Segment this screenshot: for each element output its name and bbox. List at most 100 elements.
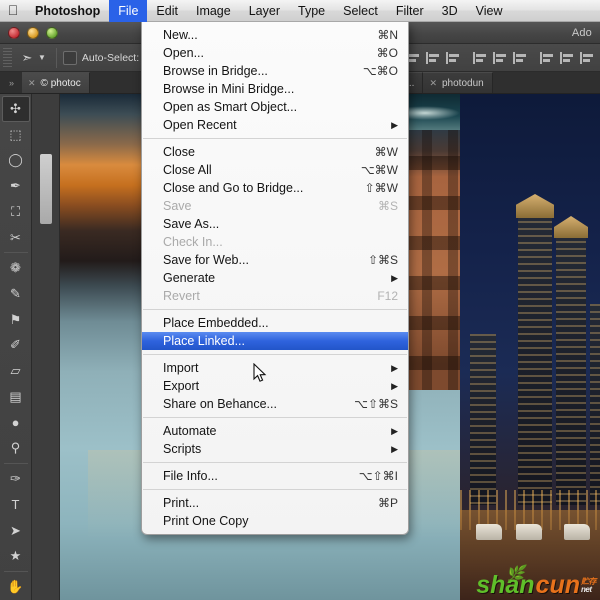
boat bbox=[564, 524, 590, 540]
menu-item-shortcut: F12 bbox=[377, 289, 398, 303]
apple-logo-icon[interactable]:  bbox=[0, 3, 26, 19]
hand-tool-icon[interactable]: ✋ bbox=[2, 574, 30, 600]
menu-separator bbox=[143, 138, 407, 139]
quick-selection-tool-icon[interactable]: ✒ bbox=[2, 173, 30, 199]
menu-item-scripts[interactable]: Scripts ▶ bbox=[142, 440, 408, 458]
horizontal-type-tool-icon[interactable]: T bbox=[2, 492, 30, 518]
distribute-center-icon[interactable] bbox=[558, 49, 576, 67]
menu-item-shortcut: ⌘O bbox=[376, 46, 398, 60]
distribute-top-icon[interactable] bbox=[538, 49, 556, 67]
crop-tool-icon[interactable]: ⛶ bbox=[2, 199, 30, 225]
menu-item-label: Generate bbox=[163, 271, 216, 285]
menu-item-shortcut: ⌘P bbox=[377, 496, 398, 510]
close-button[interactable] bbox=[8, 26, 20, 39]
menu-item-new[interactable]: New... ⌘N bbox=[142, 26, 408, 44]
menu-item-file-info[interactable]: File Info... ⌥⇧⌘I bbox=[142, 467, 408, 485]
macmenu-item-select[interactable]: Select bbox=[334, 0, 387, 22]
auto-select-checkbox[interactable] bbox=[62, 50, 77, 65]
menu-item-export[interactable]: Export ▶ bbox=[142, 377, 408, 395]
menu-separator bbox=[143, 462, 407, 463]
menu-item-place-linked[interactable]: Place Linked... bbox=[142, 332, 408, 350]
menu-item-close-all[interactable]: Close All ⌥⌘W bbox=[142, 161, 408, 179]
boat bbox=[476, 524, 502, 540]
gradient-tool-icon[interactable]: ▤ bbox=[2, 384, 30, 410]
menu-item-shortcut: ⇧⌘W bbox=[364, 181, 398, 195]
macmenu-item-image[interactable]: Image bbox=[187, 0, 240, 22]
macmenu-item-filter[interactable]: Filter bbox=[387, 0, 433, 22]
menu-item-open-as-smart-object[interactable]: Open as Smart Object... bbox=[142, 98, 408, 116]
brush-tool-icon[interactable]: ✎ bbox=[2, 281, 30, 307]
zoom-button[interactable] bbox=[46, 26, 58, 39]
move-tool-icon[interactable]: ✣ bbox=[1, 96, 30, 122]
divider bbox=[55, 47, 57, 68]
tools-palette: ✣ ⬚ ◯ ✒ ⛶ ✂ ❁ ✎ ⚑ ✐ ▱ ▤ ● ⚲ ✑ T ➤ ★ ✋ bbox=[0, 94, 32, 600]
clone-stamp-tool-icon[interactable]: ⚑ bbox=[2, 307, 30, 333]
document-tab[interactable]: ✕ photodun bbox=[423, 72, 493, 93]
menu-item-share-on-behance[interactable]: Share on Behance... ⌥⇧⌘S bbox=[142, 395, 408, 413]
custom-shape-tool-icon[interactable]: ★ bbox=[2, 543, 30, 569]
menu-item-automate[interactable]: Automate ▶ bbox=[142, 422, 408, 440]
menu-item-shortcut: ⌘S bbox=[377, 199, 398, 213]
menu-item-close-and-go-to-bridge[interactable]: Close and Go to Bridge... ⇧⌘W bbox=[142, 179, 408, 197]
menu-item-label: Save As... bbox=[163, 217, 220, 231]
distribute-bottom-icon[interactable] bbox=[578, 49, 596, 67]
path-selection-tool-icon[interactable]: ➤ bbox=[2, 518, 30, 544]
menu-item-open-recent[interactable]: Open Recent ▶ bbox=[142, 116, 408, 134]
menu-item-import[interactable]: Import ▶ bbox=[142, 359, 408, 377]
macmenu-item-edit[interactable]: Edit bbox=[147, 0, 187, 22]
macos-menu-bar:  PhotoshopFileEditImageLayerTypeSelectF… bbox=[0, 0, 600, 22]
menu-item-label: Scripts bbox=[163, 442, 202, 456]
menu-item-save-for-web[interactable]: Save for Web... ⇧⌘S bbox=[142, 251, 408, 269]
align-vertical-centers-icon[interactable] bbox=[491, 49, 509, 67]
menu-item-browse-in-bridge[interactable]: Browse in Bridge... ⌥⌘O bbox=[142, 62, 408, 80]
macmenu-item-file[interactable]: File bbox=[109, 0, 148, 22]
macmenu-item-photoshop[interactable]: Photoshop bbox=[26, 0, 109, 22]
spot-healing-brush-tool-icon[interactable]: ❁ bbox=[2, 255, 30, 281]
eraser-tool-icon[interactable]: ▱ bbox=[2, 358, 30, 384]
minimize-button[interactable] bbox=[27, 26, 39, 39]
tool-separator bbox=[3, 252, 28, 254]
document-tab-label: © photoc bbox=[40, 77, 81, 89]
menu-item-shortcut: ⌘N bbox=[377, 28, 398, 42]
menu-item-shortcut: ⌥⌘W bbox=[360, 163, 398, 177]
align-right-edges-icon[interactable] bbox=[444, 49, 462, 67]
macmenu-item-view[interactable]: View bbox=[467, 0, 512, 22]
macmenu-item-layer[interactable]: Layer bbox=[240, 0, 289, 22]
options-bar-grip[interactable] bbox=[3, 47, 12, 68]
skyscraper-crown bbox=[516, 194, 554, 218]
menu-item-save-as[interactable]: Save As... bbox=[142, 215, 408, 233]
align-horizontal-centers-icon[interactable] bbox=[424, 49, 442, 67]
dodge-tool-icon[interactable]: ⚲ bbox=[2, 436, 30, 462]
history-brush-tool-icon[interactable]: ✐ bbox=[2, 333, 30, 359]
chevron-down-icon[interactable]: ▼ bbox=[38, 53, 46, 62]
menu-item-print[interactable]: Print... ⌘P bbox=[142, 494, 408, 512]
skyscraper bbox=[518, 214, 552, 505]
macmenu-item-type[interactable]: Type bbox=[289, 0, 334, 22]
panel-scroll-handle[interactable] bbox=[40, 154, 52, 224]
menu-item-label: Open Recent bbox=[163, 118, 237, 132]
align-bottom-edges-icon[interactable] bbox=[511, 49, 529, 67]
rectangular-marquee-tool-icon[interactable]: ⬚ bbox=[2, 122, 30, 148]
menu-item-close[interactable]: Close ⌘W bbox=[142, 143, 408, 161]
watermark: 🌿 shan cun 贮存 net bbox=[476, 565, 596, 597]
menu-item-check-in: Check In... bbox=[142, 233, 408, 251]
document-tab[interactable]: ✕ © photoc bbox=[22, 72, 90, 93]
menu-item-label: Revert bbox=[163, 289, 200, 303]
tab-close-icon[interactable]: ✕ bbox=[429, 73, 437, 93]
menu-item-place-embedded[interactable]: Place Embedded... bbox=[142, 314, 408, 332]
submenu-arrow-icon: ▶ bbox=[391, 380, 398, 391]
menu-item-generate[interactable]: Generate ▶ bbox=[142, 269, 408, 287]
eyedropper-tool-icon[interactable]: ✂ bbox=[2, 225, 30, 251]
pen-tool-icon[interactable]: ✑ bbox=[2, 466, 30, 492]
lasso-tool-icon[interactable]: ◯ bbox=[2, 147, 30, 173]
document-image-dubai-marina[interactable] bbox=[460, 94, 600, 600]
blur-tool-icon[interactable]: ● bbox=[2, 410, 30, 436]
menu-item-save: Save ⌘S bbox=[142, 197, 408, 215]
menu-item-print-one-copy[interactable]: Print One Copy bbox=[142, 512, 408, 530]
tab-close-icon[interactable]: ✕ bbox=[28, 73, 36, 93]
menu-item-browse-in-mini-bridge[interactable]: Browse in Mini Bridge... bbox=[142, 80, 408, 98]
expand-panels-icon[interactable]: » bbox=[0, 71, 22, 93]
menu-item-open[interactable]: Open... ⌘O bbox=[142, 44, 408, 62]
align-top-edges-icon[interactable] bbox=[471, 49, 489, 67]
macmenu-item-3d[interactable]: 3D bbox=[433, 0, 467, 22]
